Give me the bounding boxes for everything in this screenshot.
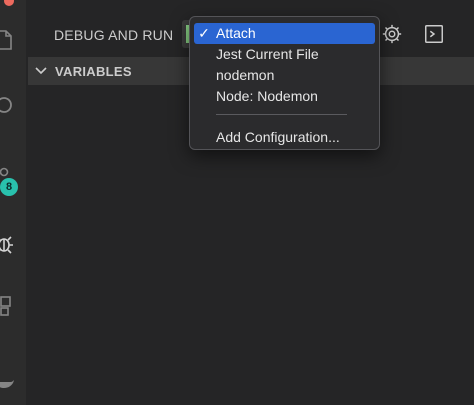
panel-title: DEBUG AND RUN: [54, 27, 174, 43]
menu-item-jest-current-file[interactable]: Jest Current File: [194, 44, 375, 65]
activity-bar: 8: [0, 0, 44, 405]
extensions-icon[interactable]: [0, 294, 16, 318]
docker-icon[interactable]: [0, 370, 16, 394]
menu-item-label: Attach: [216, 25, 256, 41]
terminal-icon[interactable]: [423, 23, 445, 45]
menu-item-label: Add Configuration...: [216, 129, 340, 145]
menu-item-node-nodemon[interactable]: Node: Nodemon: [194, 86, 375, 107]
window-close-button[interactable]: [4, 0, 14, 6]
variables-section-title: VARIABLES: [55, 64, 132, 79]
menu-item-nodemon[interactable]: nodemon: [194, 65, 375, 86]
menu-item-label: Node: Nodemon: [216, 88, 318, 104]
menu-item-attach[interactable]: ✓ Attach: [194, 23, 375, 44]
menu-separator: [216, 114, 347, 115]
checkmark-icon: ✓: [198, 25, 210, 41]
menu-item-label: nodemon: [216, 67, 275, 83]
chevron-down-icon: [34, 64, 48, 78]
menu-item-add-configuration[interactable]: Add Configuration...: [194, 127, 375, 148]
menu-item-label: Jest Current File: [216, 46, 319, 62]
gear-icon[interactable]: [381, 23, 403, 45]
files-icon[interactable]: [0, 28, 16, 52]
launch-config-dropdown: ✓ Attach Jest Current File nodemon Node:…: [189, 16, 380, 150]
source-control-badge: 8: [0, 178, 18, 196]
search-icon[interactable]: [0, 94, 16, 118]
debug-icon[interactable]: [0, 232, 16, 256]
